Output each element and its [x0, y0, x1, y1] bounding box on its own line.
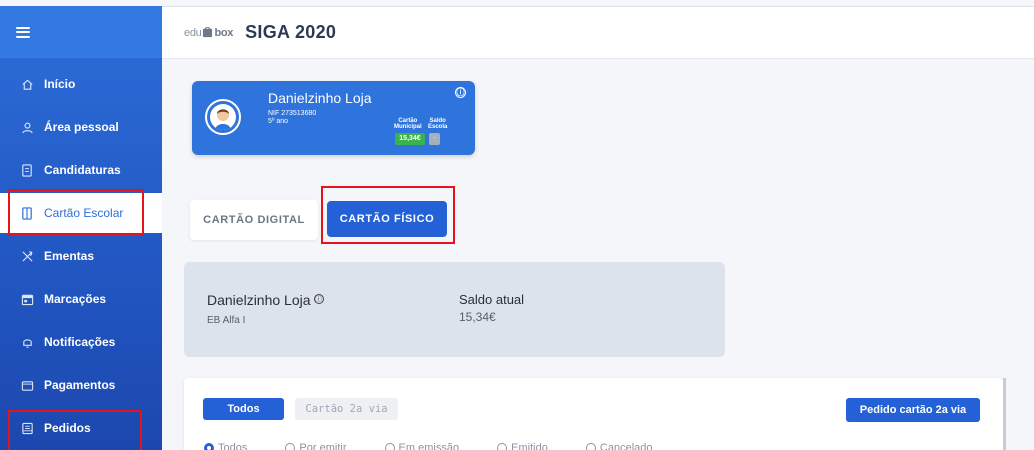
sidebar: Início Área pessoal Candidaturas Cartão … — [0, 6, 162, 450]
school-name: EB Alfa I — [207, 315, 246, 326]
school-balance-badge: - — [429, 133, 440, 145]
sidebar-item-candidaturas[interactable]: Candidaturas — [0, 150, 162, 190]
sidebar-item-label: Pagamentos — [44, 378, 116, 392]
sidebar-item-pedidos[interactable]: Pedidos — [0, 408, 162, 448]
radio-label: Emitido — [511, 442, 548, 450]
sidebar-item-notificacoes[interactable]: Notificações — [0, 322, 162, 362]
home-icon — [20, 77, 34, 91]
status-radio-group: Todos Por emitir Em emissão Emitido Canc… — [204, 442, 687, 450]
radio-em-emissao[interactable]: Em emissão — [384, 442, 460, 450]
app-title: SIGA 2020 — [245, 22, 337, 42]
request-2via-button[interactable]: Pedido cartão 2a via — [846, 398, 980, 422]
sidebar-item-label: Marcações — [44, 292, 107, 306]
radio-icon — [384, 443, 395, 450]
radio-label: Por emitir — [299, 442, 347, 450]
bell-icon — [20, 335, 34, 349]
edubox-logo[interactable]: edu box — [184, 27, 233, 39]
card-balance-panel: Danielzinho Loja ⓘ EB Alfa I Saldo atual … — [184, 262, 725, 357]
radio-selected-icon — [204, 443, 214, 450]
sidebar-item-label: Candidaturas — [44, 163, 121, 177]
radio-por-emitir[interactable]: Por emitir — [285, 442, 346, 450]
balance-label: Saldo atual — [459, 292, 525, 307]
scrollbar[interactable] — [1003, 378, 1006, 450]
sidebar-item-label: Pedidos — [44, 421, 91, 435]
balance-value: 15,34€ — [459, 310, 496, 324]
label-line: Escola — [428, 124, 448, 130]
sidebar-item-label: Ementas — [44, 249, 95, 263]
filter-all-button[interactable]: Todos — [203, 398, 284, 420]
student-profile-card[interactable]: Danielzinho Loja NIF 273513680 5º ano ⓘ … — [192, 81, 475, 155]
app-header: edu box SIGA 2020 — [162, 7, 1034, 59]
info-icon[interactable]: ⓘ — [455, 87, 466, 98]
radio-icon — [497, 443, 508, 450]
radio-icon — [285, 443, 296, 450]
label-line: Municipal — [394, 124, 422, 130]
wallet-icon — [20, 378, 34, 392]
radio-icon — [585, 443, 596, 450]
tab-cartao-digital[interactable]: CARTÃO DIGITAL — [190, 200, 318, 240]
card-holder-name: Danielzinho Loja ⓘ — [207, 292, 324, 308]
sidebar-item-ementas[interactable]: Ementas — [0, 236, 162, 276]
sidebar-item-label: Cartão Escolar — [44, 206, 124, 220]
radio-label: Cancelado — [599, 442, 653, 450]
logo-text: edu — [184, 26, 202, 39]
radio-label: Em emissão — [398, 442, 460, 450]
radio-label: Todos — [218, 442, 248, 450]
cutlery-icon — [20, 249, 34, 263]
profile-name: Danielzinho Loja — [268, 90, 372, 106]
radio-todos[interactable]: Todos — [204, 442, 247, 450]
radio-cancelado[interactable]: Cancelado — [585, 442, 653, 450]
logo-mark-icon — [203, 27, 213, 38]
logo-text-bold: box — [214, 26, 234, 39]
sidebar-item-marcacoes[interactable]: Marcações — [0, 279, 162, 319]
radio-emitido[interactable]: Emitido — [497, 442, 548, 450]
school-balance-label: Saldo Escola — [428, 118, 447, 130]
sidebar-item-label: Início — [44, 77, 76, 91]
sidebar-item-inicio[interactable]: Início — [0, 64, 162, 104]
orders-panel: Todos Cartão 2a via Pedido cartão 2a via… — [184, 378, 1006, 450]
municipal-balance-badge: 15,34€ — [395, 133, 425, 145]
tab-cartao-fisico[interactable]: CARTÃO FÍSICO — [327, 201, 447, 237]
avatar — [205, 99, 241, 135]
sidebar-item-area-pessoal[interactable]: Área pessoal — [0, 107, 162, 147]
grade-text: 5º ano — [268, 118, 289, 125]
municipal-card-label: Cartão Municipal — [394, 118, 422, 130]
sidebar-item-label: Área pessoal — [44, 120, 119, 134]
card-icon — [20, 206, 34, 220]
sidebar-item-pagamentos[interactable]: Pagamentos — [0, 365, 162, 405]
filter-2via-button[interactable]: Cartão 2a via — [295, 398, 398, 420]
document-icon — [20, 163, 34, 177]
info-icon[interactable]: ⓘ — [313, 294, 324, 304]
student-avatar-icon — [215, 109, 231, 130]
calendar-icon — [20, 292, 34, 306]
holder-name-text: Danielzinho Loja — [207, 292, 311, 308]
orders-icon — [20, 421, 34, 435]
sidebar-item-label: Notificações — [44, 335, 116, 349]
menu-icon[interactable] — [16, 26, 30, 38]
sidebar-item-cartao-escolar[interactable]: Cartão Escolar — [0, 193, 162, 233]
profile-nif: NIF 273513680 5º ano — [268, 110, 316, 126]
user-icon — [20, 120, 34, 134]
sidebar-header — [0, 6, 162, 58]
nif-text: NIF 273513680 — [268, 110, 317, 117]
